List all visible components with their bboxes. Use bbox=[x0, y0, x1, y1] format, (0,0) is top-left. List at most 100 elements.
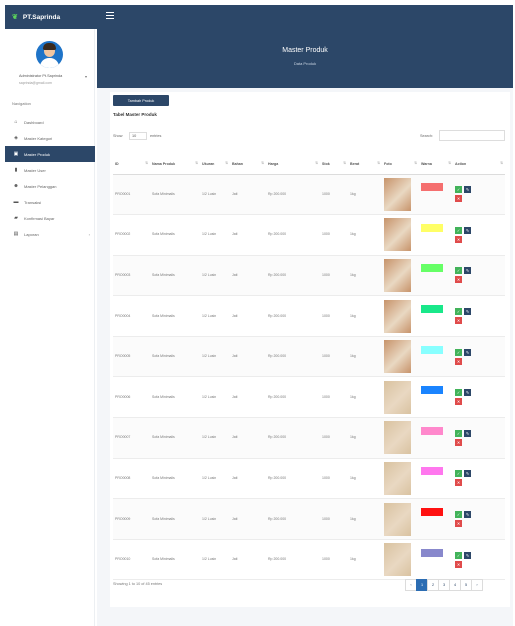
cell-id: PRO0001 bbox=[113, 174, 150, 216]
product-photo bbox=[384, 543, 411, 577]
search-input[interactable] bbox=[439, 130, 505, 141]
hamburger-menu-icon[interactable] bbox=[106, 12, 114, 20]
edit-button[interactable]: ✎ bbox=[464, 226, 471, 234]
cell-ukuran: 1/2 Lusin bbox=[200, 498, 230, 540]
cell-ukuran: 1/2 Lusin bbox=[200, 295, 230, 337]
sidebar-item-master-user[interactable]: ▮ Master User bbox=[5, 162, 95, 178]
delete-button[interactable]: ✕ bbox=[455, 479, 462, 487]
column-header[interactable]: Foto ⇅ bbox=[382, 154, 419, 175]
cell-stok: 1000 bbox=[320, 336, 348, 378]
view-button[interactable]: ✓ bbox=[455, 470, 462, 478]
view-button[interactable]: ✓ bbox=[455, 429, 462, 437]
sidebar-item-laporan[interactable]: ▤ Laporan › bbox=[5, 226, 95, 242]
sidebar-item-transaksi[interactable]: ▬ Transaksi bbox=[5, 194, 95, 210]
delete-button[interactable]: ✕ bbox=[455, 317, 462, 325]
page-header: Master Produk Data Produk bbox=[97, 29, 513, 88]
add-product-button[interactable]: Tambah Produk bbox=[113, 95, 169, 106]
sort-icon: ⇅ bbox=[448, 161, 451, 165]
sidebar-item-master-kategori[interactable]: ◈ Master Kategori bbox=[5, 130, 95, 146]
cell-stok: 1000 bbox=[320, 255, 348, 297]
user-email: saprinda@gmail.com bbox=[19, 81, 52, 85]
table-row: PRO0004 Sofa Minimalis 1/2 Lusin Jati Rp 200… bbox=[113, 295, 505, 337]
box-icon: ▣ bbox=[13, 151, 19, 157]
cell-ukuran: 1/2 Lusin bbox=[200, 255, 230, 297]
next-page-button[interactable]: › bbox=[471, 579, 483, 591]
brand[interactable]: ❦ PT.Saprinda bbox=[12, 5, 60, 29]
cell-warna bbox=[419, 295, 453, 337]
sidebar-item-label: Master Produk bbox=[24, 151, 51, 157]
edit-button[interactable]: ✎ bbox=[464, 348, 471, 356]
edit-button[interactable]: ✎ bbox=[464, 511, 471, 519]
cell-ukuran: 1/2 Lusin bbox=[200, 174, 230, 216]
cell-berat: 1kg bbox=[348, 539, 382, 581]
delete-button[interactable]: ✕ bbox=[455, 438, 462, 446]
cell-foto bbox=[382, 255, 419, 297]
view-button[interactable]: ✓ bbox=[455, 511, 462, 519]
column-header[interactable]: ID ⇅ bbox=[113, 154, 150, 175]
sort-icon: ⇅ bbox=[261, 161, 264, 165]
sidebar-item-dashboard[interactable]: ⌂ Dashboard bbox=[5, 114, 95, 130]
user-caret-icon[interactable]: ▾ bbox=[85, 74, 87, 79]
delete-button[interactable]: ✕ bbox=[455, 560, 462, 568]
leaf-logo-icon: ❦ bbox=[12, 14, 18, 21]
cell-harga: Rp 200.000 bbox=[266, 255, 320, 297]
table-row: PRO0005 Sofa Minimalis 1/2 Lusin Jati Rp 200… bbox=[113, 336, 505, 378]
view-button[interactable]: ✓ bbox=[455, 267, 462, 275]
column-header[interactable]: Berat ⇅ bbox=[348, 154, 382, 175]
column-header[interactable]: Ukuran ⇅ bbox=[200, 154, 230, 175]
delete-button[interactable]: ✕ bbox=[455, 520, 462, 528]
brand-name: PT.Saprinda bbox=[22, 13, 61, 21]
column-header[interactable]: Harga ⇅ bbox=[266, 154, 320, 175]
sort-icon: ⇅ bbox=[414, 161, 417, 165]
delete-button[interactable]: ✕ bbox=[455, 235, 462, 243]
edit-button[interactable]: ✎ bbox=[464, 186, 471, 194]
cell-stok: 1000 bbox=[320, 498, 348, 540]
view-button[interactable]: ✓ bbox=[455, 348, 462, 356]
sidebar-item-konfirmasi-bayar[interactable]: ▰ Konfirmasi Bayar bbox=[5, 210, 95, 226]
column-header-label: Foto bbox=[384, 161, 392, 166]
view-button[interactable]: ✓ bbox=[455, 551, 462, 559]
sidebar-item-label: Konfirmasi Bayar bbox=[24, 215, 55, 221]
column-header[interactable]: Warna ⇅ bbox=[419, 154, 453, 175]
sidebar-item-master-pelanggan[interactable]: ☻ Master Pelanggan bbox=[5, 178, 95, 194]
delete-button[interactable]: ✕ bbox=[455, 398, 462, 406]
edit-button[interactable]: ✎ bbox=[464, 308, 471, 316]
sidebar-nav: ⌂ Dashboard ◈ Master Kategori ▣ Master Produk… bbox=[5, 114, 95, 242]
view-button[interactable]: ✓ bbox=[455, 226, 462, 234]
column-header[interactable]: Nama Produk ⇅ bbox=[150, 154, 200, 175]
cell-action: ✓ ✎ ✕ bbox=[453, 539, 505, 581]
delete-button[interactable]: ✕ bbox=[455, 276, 462, 284]
view-button[interactable]: ✓ bbox=[455, 186, 462, 194]
view-button[interactable]: ✓ bbox=[455, 389, 462, 397]
column-header[interactable]: Action ⇅ bbox=[453, 154, 505, 175]
view-button[interactable]: ✓ bbox=[455, 308, 462, 316]
cell-nama: Sofa Minimalis bbox=[150, 498, 200, 540]
color-swatch bbox=[421, 548, 443, 557]
sidebar-item-label: Laporan bbox=[24, 231, 39, 237]
cell-foto bbox=[382, 336, 419, 378]
column-header-label: Berat bbox=[350, 161, 360, 166]
color-swatch bbox=[421, 426, 443, 435]
truck-icon: ▰ bbox=[14, 215, 18, 221]
cell-bahan: Jati bbox=[230, 336, 266, 378]
product-photo bbox=[384, 218, 411, 252]
avatar bbox=[36, 41, 63, 68]
edit-button[interactable]: ✎ bbox=[464, 470, 471, 478]
column-header[interactable]: Stok ⇅ bbox=[320, 154, 348, 175]
entries-per-page-select[interactable]: 10 bbox=[129, 132, 147, 140]
column-header-label: ID bbox=[115, 161, 119, 166]
edit-button[interactable]: ✎ bbox=[464, 267, 471, 275]
cell-foto bbox=[382, 376, 419, 419]
edit-button[interactable]: ✎ bbox=[464, 551, 471, 559]
delete-button[interactable]: ✕ bbox=[455, 195, 462, 203]
column-header[interactable]: Bahan ⇅ bbox=[230, 154, 266, 175]
user-name[interactable]: Administrator Pt.Saprinda bbox=[19, 74, 89, 78]
delete-button[interactable]: ✕ bbox=[455, 357, 462, 365]
sidebar: Administrator Pt.Saprinda ▾ saprinda@gma… bbox=[5, 29, 95, 626]
edit-button[interactable]: ✎ bbox=[464, 389, 471, 397]
sort-icon: ⇅ bbox=[377, 161, 380, 165]
sidebar-item-master-produk[interactable]: ▣ Master Produk bbox=[5, 146, 95, 162]
edit-button[interactable]: ✎ bbox=[464, 429, 471, 437]
cell-action: ✓ ✎ ✕ bbox=[453, 376, 505, 419]
cell-bahan: Jati bbox=[230, 174, 266, 216]
